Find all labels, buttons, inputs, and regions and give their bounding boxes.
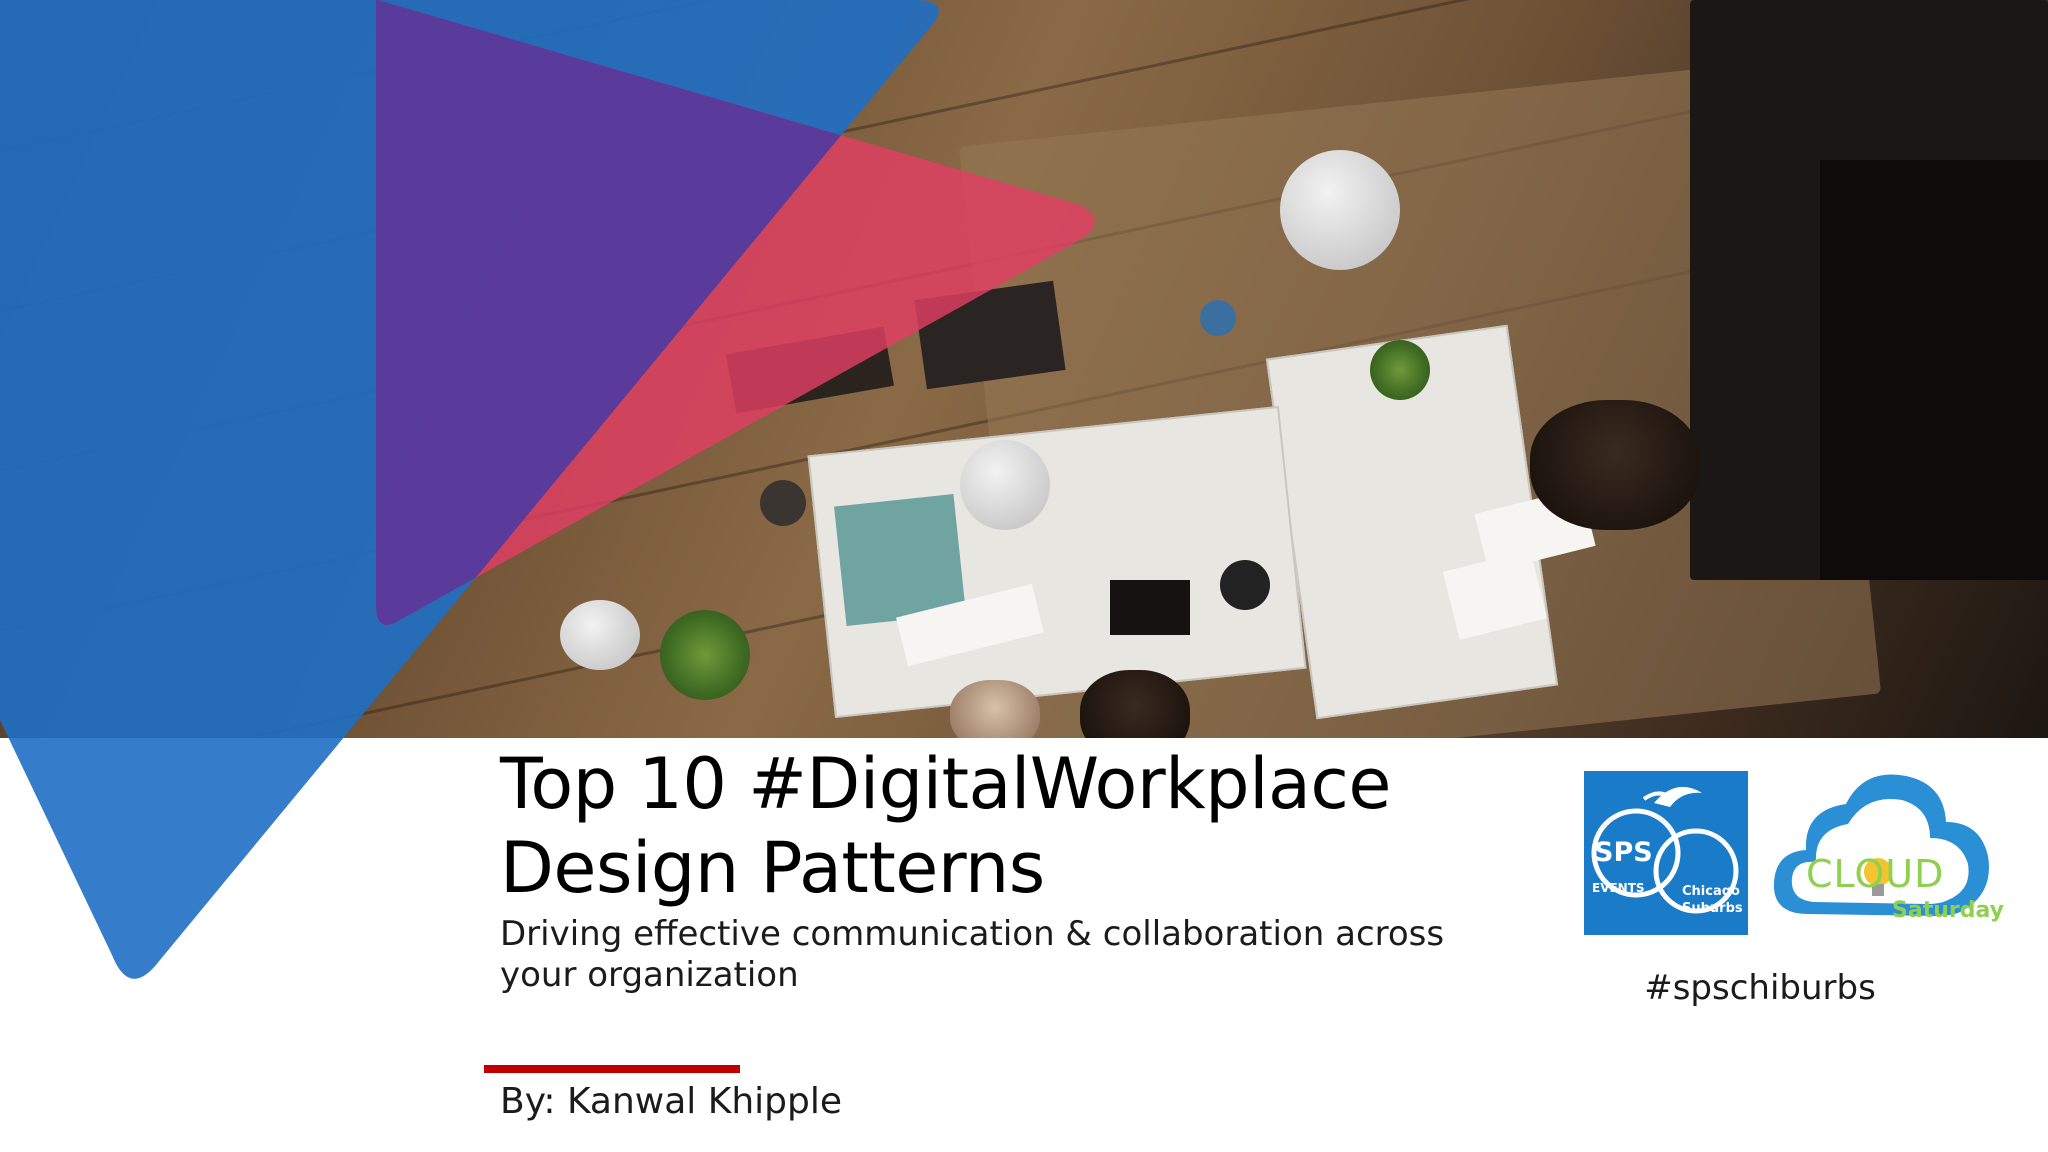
- sps-city-line-2: Suburbs: [1682, 901, 1743, 916]
- subtitle-line-2: your organization: [500, 955, 799, 995]
- title-line-2: Design Patterns: [500, 827, 1045, 909]
- sps-city-line-1: Chicago: [1682, 884, 1740, 899]
- cloud-logo-word: CLOUD: [1806, 852, 1945, 896]
- cloud-saturday-logo: CLOUD Saturday: [1768, 764, 2004, 939]
- sps-events-logo: SPS EVENTS Chicago Suburbs: [1584, 771, 1748, 935]
- slide: Top 10 #DigitalWorkplace Design Patterns…: [0, 0, 2048, 1152]
- sps-logo-subtext: EVENTS: [1592, 881, 1645, 895]
- subtitle-line-1: Driving effective communication & collab…: [500, 914, 1445, 954]
- sps-logo-text: SPS: [1594, 837, 1653, 868]
- slide-title: Top 10 #DigitalWorkplace Design Patterns: [500, 742, 1480, 910]
- event-hashtag: #spschiburbs: [1644, 968, 1876, 1008]
- sps-logo-city: Chicago Suburbs: [1682, 883, 1746, 917]
- cloud-logo-saturday: Saturday: [1892, 898, 2004, 923]
- title-line-1: Top 10 #DigitalWorkplace: [500, 743, 1391, 825]
- author-byline: By: Kanwal Khipple: [500, 1081, 843, 1122]
- accent-bar: [484, 1065, 740, 1073]
- slide-subtitle: Driving effective communication & collab…: [500, 914, 1460, 996]
